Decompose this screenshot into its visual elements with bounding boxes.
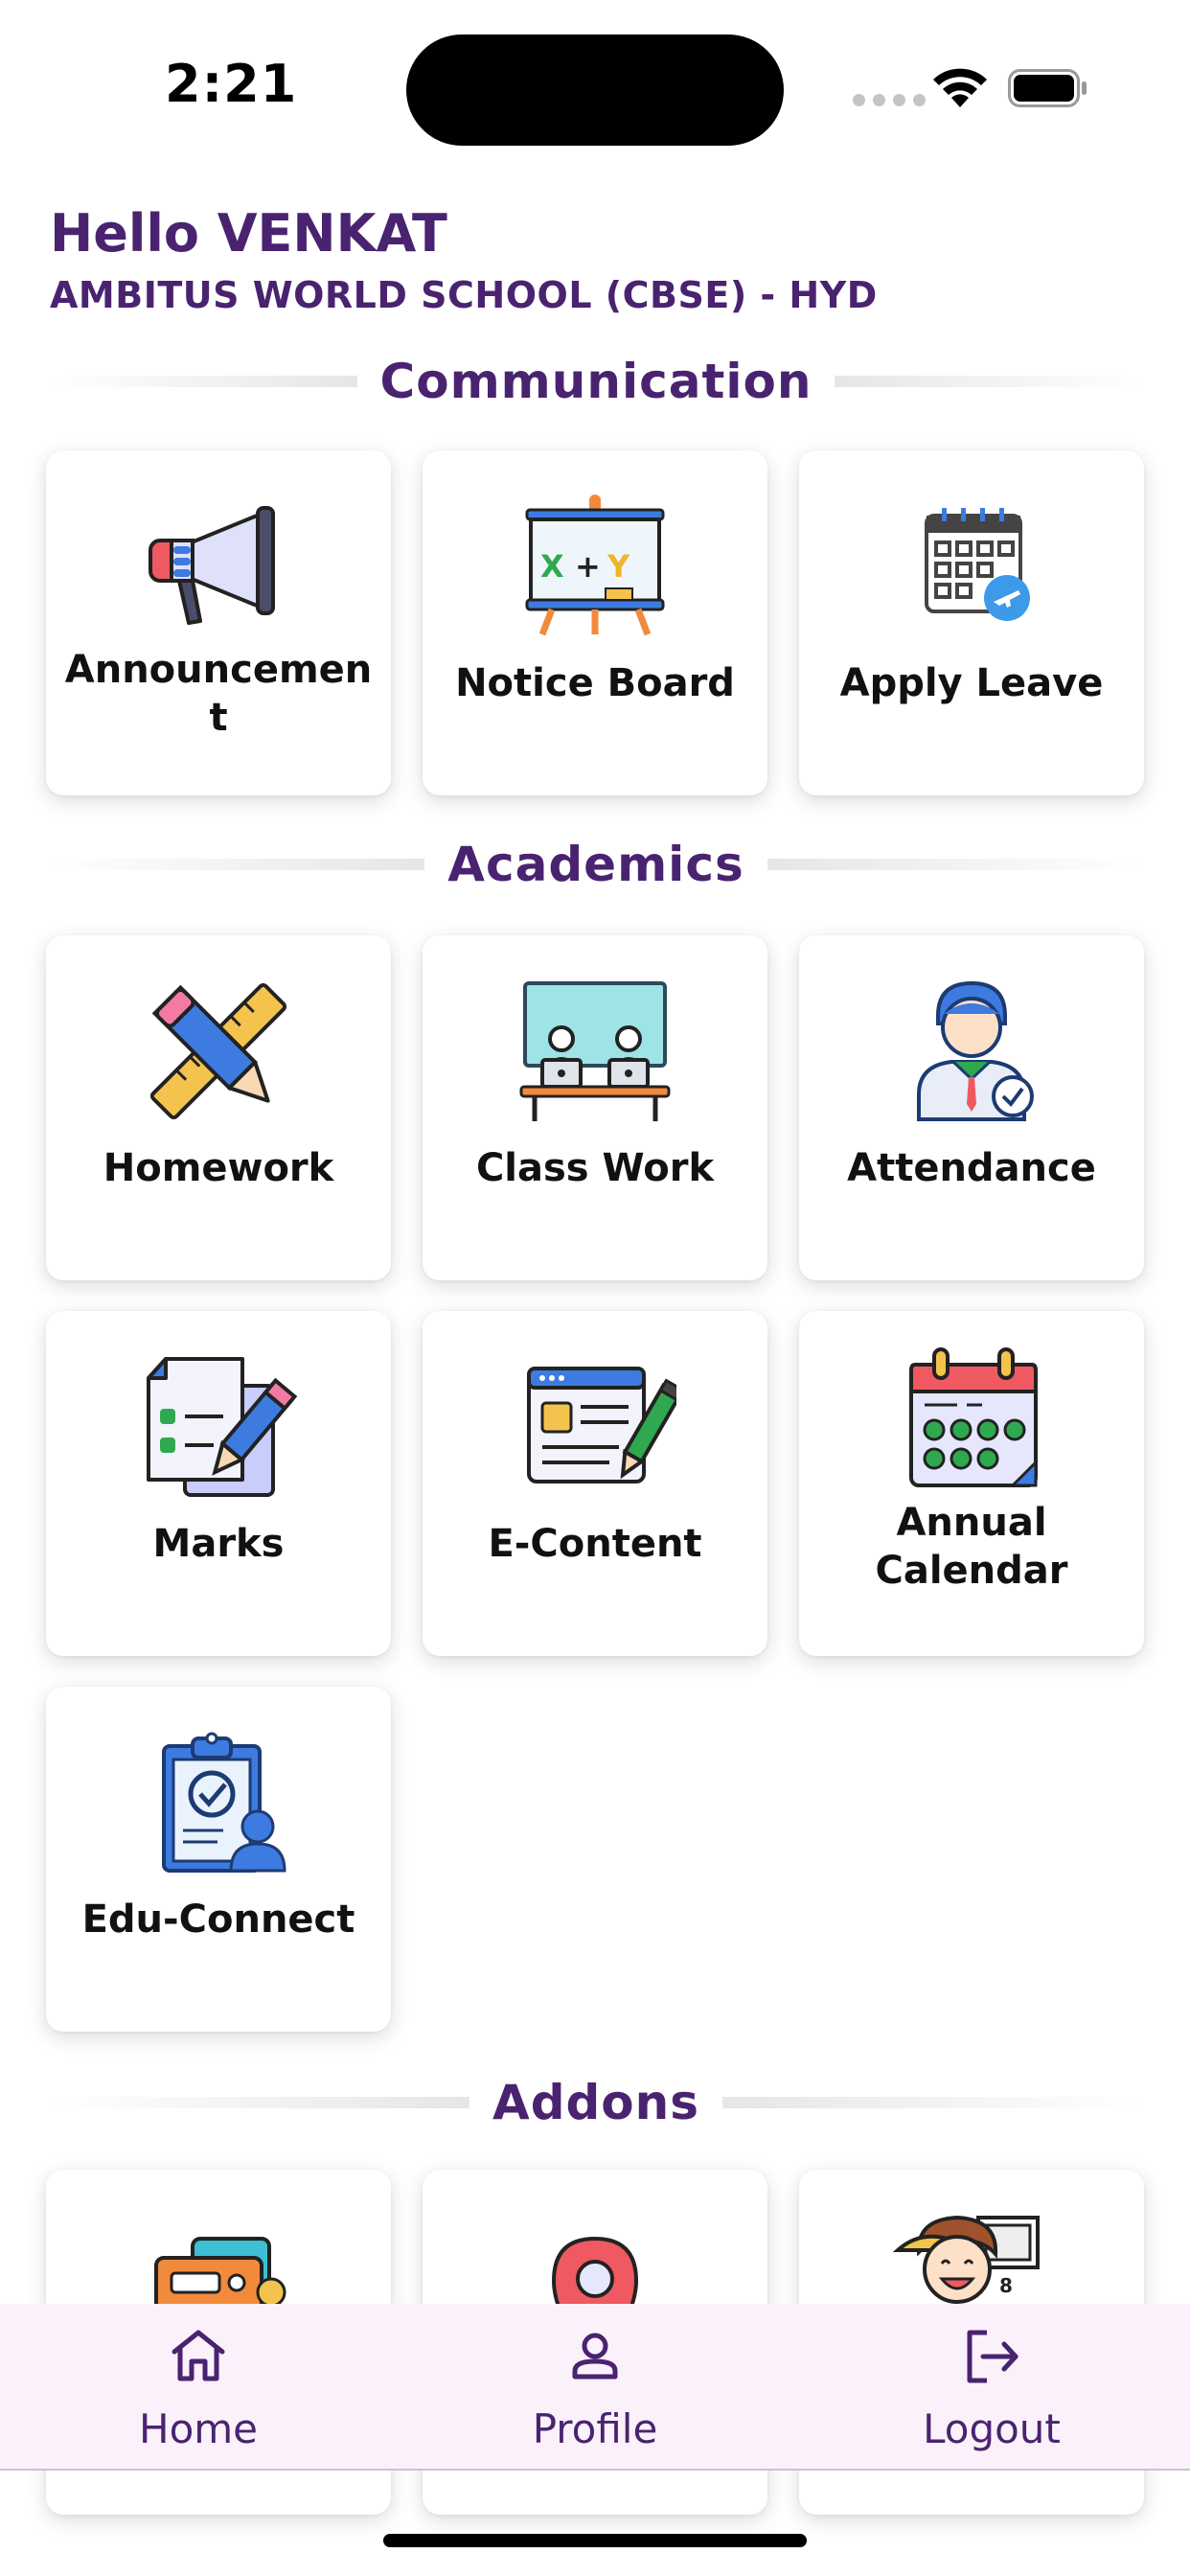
logout-icon [967,2330,1018,2383]
section-title: Academics [447,837,744,892]
tile-e-content[interactable]: E-Content [423,1311,767,1656]
battery-icon [1008,69,1087,107]
tile-annual-calendar[interactable]: Annual Calendar [799,1311,1144,1656]
marks-sheet-icon [137,1355,300,1499]
status-bar: 2:21 [0,0,1190,172]
svg-text:+: + [575,548,601,585]
section-header-academics: Academics [48,836,1145,893]
greeting-text: Hello VENKAT [50,203,447,264]
tile-label: Attendance [847,1146,1096,1190]
tile-notice-board[interactable]: X + Y Notice Board [423,450,767,795]
divider-line [767,859,1145,870]
divider-line [48,376,357,387]
nav-home[interactable]: Home [0,2304,397,2469]
nav-label: Logout [923,2405,1061,2452]
student-check-icon [890,979,1053,1123]
tile-label: E-Content [488,1522,702,1566]
status-time: 2:21 [165,54,298,114]
tile-label: Homework [103,1146,334,1190]
megaphone-icon [137,494,300,638]
tile-homework[interactable]: Homework [46,935,391,1280]
cellular-signal-icon [853,94,926,106]
section-header-communication: Communication [48,353,1145,410]
divider-line [48,859,425,870]
tile-apply-leave[interactable]: Apply Leave [799,450,1144,795]
nav-profile[interactable]: Profile [397,2304,793,2469]
classroom-icon [514,979,676,1123]
divider-line [722,2097,1144,2108]
svg-text:X: X [540,548,564,585]
tile-announcement[interactable]: Announcemen t [46,450,391,795]
profile-icon [572,2333,618,2380]
nav-label: Profile [532,2405,658,2452]
tile-label: Annual Calendar [875,1501,1068,1593]
section-header-addons: Addons [48,2074,1144,2131]
tile-label: Marks [152,1522,285,1566]
wifi-icon [933,68,987,107]
nav-logout[interactable]: Logout [793,2304,1190,2469]
tile-label: Class Work [475,1146,715,1190]
home-indicator[interactable] [383,2534,807,2547]
tile-label: Apply Leave [839,661,1104,705]
annual-calendar-icon [890,1347,1053,1491]
clipboard-person-icon [137,1731,300,1874]
tile-class-work[interactable]: Class Work [423,935,767,1280]
e-content-icon [514,1355,676,1499]
divider-line [835,376,1145,387]
app-screen: 2:21 Hello VENKAT AMBITUS WORLD SCHOOL (… [0,0,1190,2576]
tile-label: Edu-Connect [81,1898,355,1942]
svg-text:Y: Y [606,548,630,585]
dynamic-island [406,34,784,146]
tile-label: Announcemen t [64,648,373,740]
notice-board-icon: X + Y [514,494,676,638]
section-title: Communication [379,354,812,409]
svg-text:8: 8 [999,2274,1013,2297]
tile-attendance[interactable]: Attendance [799,935,1144,1280]
tile-label: Notice Board [455,661,735,705]
tile-edu-connect[interactable]: Edu-Connect [46,1687,391,2032]
calendar-leave-icon [890,494,1053,638]
pencil-ruler-icon [137,979,300,1123]
section-title: Addons [492,2075,699,2130]
divider-line [48,2097,469,2108]
home-icon [172,2330,225,2381]
nav-label: Home [138,2405,259,2452]
tile-marks[interactable]: Marks [46,1311,391,1656]
bottom-navigation: Home Profile Logout [0,2304,1190,2471]
school-name: AMBITUS WORLD SCHOOL (CBSE) - HYD [50,274,878,316]
